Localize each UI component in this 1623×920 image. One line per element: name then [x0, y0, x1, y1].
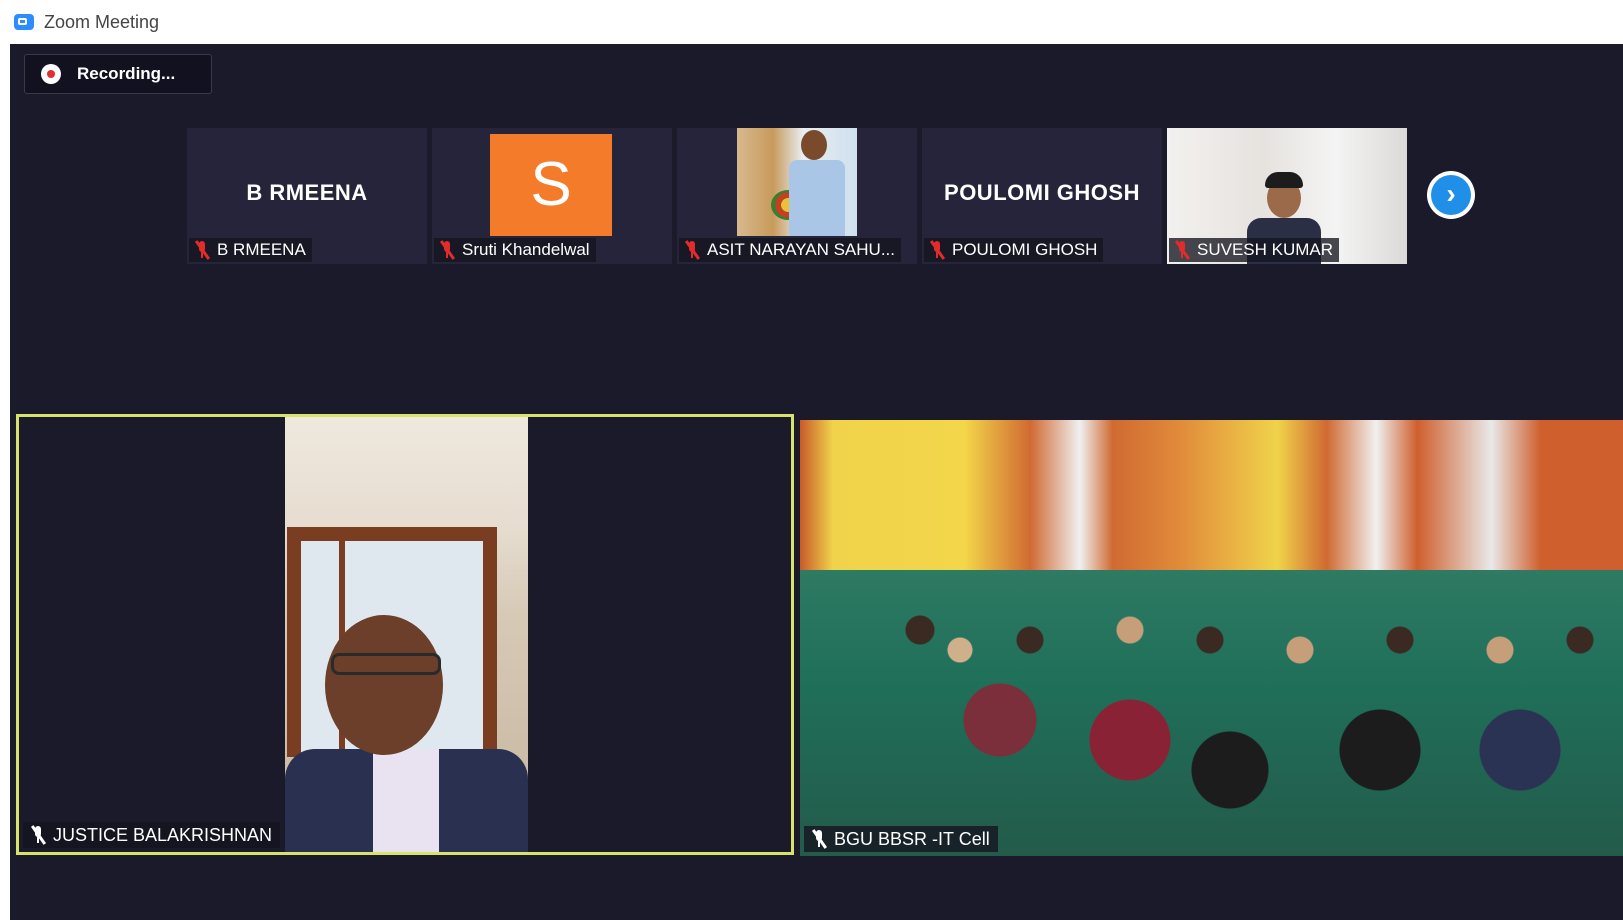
room-audience	[800, 570, 1623, 856]
participant-tile[interactable]: POULOMI GHOSH POULOMI GHOSH	[922, 128, 1162, 264]
meeting-stage: Recording... B RMEENA B RMEENA S Sruti K…	[10, 44, 1623, 920]
chevron-right-icon: ›	[1431, 175, 1471, 215]
participant-name-tag: POULOMI GHOSH	[924, 238, 1104, 262]
active-speaker-video[interactable]: JUSTICE BALAKRISHNAN	[16, 414, 794, 855]
mic-muted-icon	[193, 240, 211, 260]
mic-muted-icon	[683, 240, 701, 260]
recording-indicator[interactable]: Recording...	[24, 54, 212, 94]
participant-name: SUVESH KUMAR	[1197, 240, 1334, 259]
participant-name: B RMEENA	[217, 240, 306, 259]
mic-muted-icon	[928, 240, 946, 260]
speaker-name: JUSTICE BALAKRISHNAN	[53, 824, 273, 845]
participant-tile[interactable]: S Sruti Khandelwal	[432, 128, 672, 264]
participant-tile[interactable]: SUVESH KUMAR	[1167, 128, 1407, 264]
participant-name: POULOMI GHOSH	[952, 240, 1098, 259]
room-video[interactable]: BGU BBSR -IT Cell	[800, 420, 1623, 856]
mic-icon	[29, 825, 47, 845]
room-name-tag: BGU BBSR -IT Cell	[804, 826, 998, 852]
mic-muted-icon	[1173, 240, 1191, 260]
zoom-logo-icon	[14, 14, 34, 30]
participant-name-tag: Sruti Khandelwal	[434, 238, 596, 262]
participant-display-name: POULOMI GHOSH	[944, 180, 1140, 205]
record-icon	[41, 64, 61, 84]
participant-name-tag: ASIT NARAYAN SAHU...	[679, 238, 901, 262]
room-name: BGU BBSR -IT Cell	[834, 828, 990, 849]
participant-name: ASIT NARAYAN SAHU...	[707, 240, 895, 259]
participant-display-name: B RMEENA	[246, 180, 368, 205]
participant-name-tag: B RMEENA	[189, 238, 312, 262]
mic-muted-icon	[438, 240, 456, 260]
participant-name-tag: SUVESH KUMAR	[1169, 238, 1340, 262]
participant-tile[interactable]: ASIT NARAYAN SAHU...	[677, 128, 917, 264]
participant-tile[interactable]: B RMEENA B RMEENA	[187, 128, 427, 264]
participant-avatar: S	[490, 134, 612, 236]
speaker-name-tag: JUSTICE BALAKRISHNAN	[23, 822, 281, 848]
speaker-camera-feed	[285, 417, 528, 852]
participant-video	[737, 128, 857, 236]
recording-label: Recording...	[77, 64, 176, 83]
next-page-button[interactable]: ›	[1427, 171, 1475, 219]
window-title: Zoom Meeting	[44, 11, 160, 32]
participant-name: Sruti Khandelwal	[462, 240, 590, 259]
mic-icon	[810, 829, 828, 849]
title-bar: Zoom Meeting	[0, 0, 1623, 44]
